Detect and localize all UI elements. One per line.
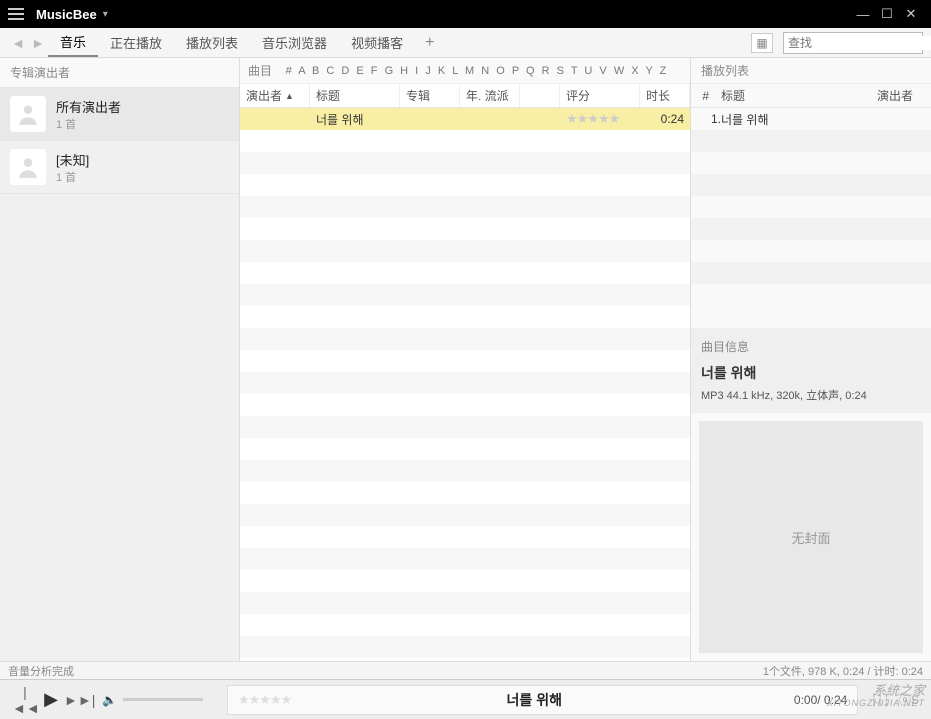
track-info-meta: MP3 44.1 kHz, 320k, 立体声, 0:24	[701, 387, 921, 403]
nav-tab-podcast[interactable]: 视频播客	[339, 28, 415, 57]
hamburger-menu-icon[interactable]	[8, 8, 24, 20]
alphabet-nav[interactable]: # A B C D E F G H I J K L M N O P Q R S …	[272, 65, 682, 77]
track-rating[interactable]: ★★★★★	[560, 111, 640, 127]
lastfm-icon[interactable]: ⓞS	[899, 691, 919, 708]
col-header-artist[interactable]: 演出者▲	[240, 84, 310, 107]
nav-tab-nowplaying[interactable]: 正在播放	[98, 28, 174, 57]
layout-toggle-button[interactable]: ▦	[751, 33, 773, 53]
search-input[interactable]	[788, 36, 931, 50]
app-title: MusicBee	[36, 7, 97, 22]
navbar: ◄ ► 音乐 正在播放 播放列表 音乐浏览器 视频播客 + ▦ 🔍	[0, 28, 931, 58]
col-header-album[interactable]: 专辑	[400, 84, 460, 107]
center-panel: 曲目 # A B C D E F G H I J K L M N O P Q R…	[240, 58, 691, 661]
pl-title: 너를 위해	[721, 111, 865, 128]
nav-tab-music[interactable]: 音乐	[48, 28, 98, 57]
close-button[interactable]: ✕	[899, 6, 923, 22]
now-playing-title: 너를 위해	[311, 690, 757, 710]
next-track-button[interactable]: ►►|	[64, 692, 90, 708]
minimize-button[interactable]: —	[851, 7, 875, 22]
volume-control[interactable]: 🔈	[102, 693, 203, 707]
no-cover-label: 无封面	[791, 528, 830, 547]
nav-back-icon[interactable]: ◄	[8, 35, 28, 51]
status-right: 1个文件, 978 K, 0:24 / 计时: 0:24	[763, 663, 923, 679]
pl-num: 1.	[697, 112, 721, 126]
playlist-rows: 1. 너를 위해	[691, 108, 931, 328]
artist-item-all[interactable]: 所有演出者 1 首	[0, 88, 239, 141]
artist-name: 所有演出者	[56, 97, 121, 116]
volume-icon[interactable]: 🔈	[102, 693, 117, 707]
app-menu-dropdown-icon[interactable]: ▾	[103, 9, 108, 20]
track-title: 너를 위해	[310, 111, 400, 128]
equalizer-icon[interactable]: ┆┆┆	[870, 693, 889, 707]
sort-asc-icon: ▲	[285, 91, 294, 101]
playerbar: |◄◄ ▶ ►►| 🔈 ★★★★★ 너를 위해 0:00/ 0:24 ┆┆┆ ⓞ…	[0, 679, 931, 719]
col-header-duration[interactable]: 时长	[640, 84, 690, 107]
col-header-title[interactable]: 标题	[715, 87, 871, 104]
artist-count: 1 首	[56, 116, 121, 132]
track-row[interactable]: 너를 위해 ★★★★★ 0:24	[240, 108, 690, 130]
col-header-rating[interactable]: 评分	[560, 84, 640, 107]
artist-item-unknown[interactable]: [未知] 1 首	[0, 141, 239, 194]
statusbar: 音量分析完成 1个文件, 978 K, 0:24 / 计时: 0:24	[0, 661, 931, 679]
track-column-headers: 演出者▲ 标题 专辑 年. 流派 评分 时长	[240, 84, 690, 108]
volume-slider[interactable]	[123, 698, 203, 701]
avatar-placeholder-icon	[10, 96, 46, 132]
tracks-label: 曲目	[248, 62, 272, 79]
nav-forward-icon[interactable]: ►	[28, 35, 48, 51]
nav-tab-browser[interactable]: 音乐浏览器	[250, 28, 339, 57]
track-info-panel: 曲目信息 너를 위해 MP3 44.1 kHz, 320k, 立体声, 0:24	[691, 328, 931, 413]
left-panel-header: 专辑演出者	[0, 58, 239, 88]
prev-track-button[interactable]: |◄◄	[12, 684, 38, 716]
left-panel: 专辑演出者 所有演出者 1 首 [未知] 1 首	[0, 58, 240, 661]
col-header-artist[interactable]: 演出者	[871, 87, 931, 104]
artist-name: [未知]	[56, 150, 89, 169]
search-box[interactable]: 🔍	[783, 32, 923, 54]
nav-tab-playlist[interactable]: 播放列表	[174, 28, 250, 57]
titlebar: MusicBee ▾ — ☐ ✕	[0, 0, 931, 28]
status-left: 音量分析完成	[8, 663, 74, 679]
play-button[interactable]: ▶	[38, 689, 64, 710]
col-header-year-genre[interactable]: 年. 流派	[460, 84, 520, 107]
artist-count: 1 首	[56, 169, 89, 185]
right-panel-header: 播放列表	[691, 58, 931, 84]
track-duration: 0:24	[640, 112, 690, 126]
now-playing-bar: ★★★★★ 너를 위해 0:00/ 0:24	[227, 685, 858, 715]
track-info-label: 曲目信息	[701, 338, 921, 355]
now-playing-rating[interactable]: ★★★★★	[238, 692, 291, 708]
playlist-row[interactable]: 1. 너를 위해	[691, 108, 931, 130]
track-list: 너를 위해 ★★★★★ 0:24	[240, 108, 690, 661]
avatar-placeholder-icon	[10, 149, 46, 185]
col-header-title[interactable]: 标题	[310, 84, 400, 107]
col-header-num[interactable]: #	[691, 89, 715, 103]
maximize-button[interactable]: ☐	[875, 6, 899, 22]
add-tab-button[interactable]: +	[415, 34, 444, 52]
now-playing-time: 0:00/ 0:24	[757, 693, 847, 707]
right-panel: 播放列表 # 标题 演出者 1. 너를 위해 曲目信息 너를 위해 MP3 44…	[691, 58, 931, 661]
track-info-title: 너를 위해	[701, 363, 921, 383]
album-cover-placeholder: 无封面	[699, 421, 923, 653]
player-extra-controls: ┆┆┆ ⓞS	[870, 691, 919, 708]
main-content: 专辑演出者 所有演出者 1 首 [未知] 1 首 曲目 # A B C D E …	[0, 58, 931, 661]
playlist-column-headers: # 标题 演出者	[691, 84, 931, 108]
center-header: 曲目 # A B C D E F G H I J K L M N O P Q R…	[240, 58, 690, 84]
